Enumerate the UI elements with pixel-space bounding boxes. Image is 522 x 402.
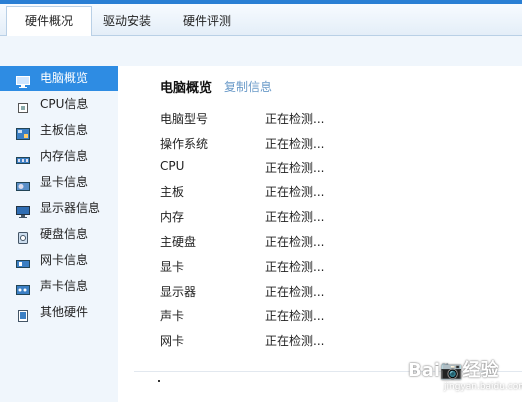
info-row: 操作系统 正在检测... [160,135,490,153]
sidebar-item-label: 硬盘信息 [40,227,89,241]
tab-hardware-overview[interactable]: 硬件概况 [6,6,92,36]
sidebar-item-motherboard[interactable]: 主板信息 [0,118,118,143]
sidebar-item-memory[interactable]: 内存信息 [0,144,118,169]
info-row-value: 正在检测... [265,260,325,274]
info-row-label: 电脑型号 [160,112,209,126]
info-row: 主硬盘 正在检测... [160,233,490,251]
info-row: 显示器 正在检测... [160,283,490,301]
sidebar-item-network-card[interactable]: 网卡信息 [0,248,118,273]
hard-disk-icon [16,228,30,244]
sidebar-item-hard-disk[interactable]: 硬盘信息 [0,222,118,247]
info-row-label: 显示器 [160,285,197,299]
network-card-icon [16,254,30,268]
sidebar-item-computer-overview[interactable]: 电脑概览 [0,66,118,91]
graphics-card-icon [16,176,30,191]
info-row: 声卡 正在检测... [160,307,490,325]
computer-overview-icon [16,72,30,88]
info-row-value: 正在检测... [265,161,325,175]
info-row-label: 网卡 [160,334,185,348]
sidebar-item-label: CPU信息 [40,97,89,111]
info-row: 电脑型号 正在检测... [160,110,490,128]
sidebar-item-label: 显卡信息 [40,175,89,189]
info-row-label: 显卡 [160,260,185,274]
sidebar-item-cpu[interactable]: CPU信息 [0,92,118,117]
info-row-label: 主板 [160,185,185,199]
sidebar-item-label: 电脑概览 [40,71,89,85]
sidebar-item-other-hardware[interactable]: 其他硬件 [0,300,118,325]
monitor-icon [16,202,30,218]
info-row-value: 正在检测... [265,137,325,151]
sidebar-item-label: 内存信息 [40,149,89,163]
watermark-subtext: jingyan.baidu.com [444,382,522,392]
copy-info-link[interactable]: 复制信息 [224,78,272,95]
info-row: 内存 正在检测... [160,208,490,226]
info-row-value: 正在检测... [265,334,325,348]
sidebar-item-label: 主板信息 [40,123,89,137]
memory-icon [16,150,30,164]
info-row-value: 正在检测... [265,112,325,126]
info-row-label: 操作系统 [160,137,209,151]
sidebar-item-label: 网卡信息 [40,253,89,267]
info-row-value: 正在检测... [265,235,325,249]
watermark-text: Bai📷经验 [408,360,499,381]
status-dot [158,380,160,382]
info-row-value: 正在检测... [265,285,325,299]
page-title: 电脑概览 [160,81,213,96]
sidebar-item-sound-card[interactable]: 声卡信息 [0,274,118,299]
sidebar-item-label: 其他硬件 [40,305,89,319]
sidebar-item-label: 声卡信息 [40,279,89,293]
info-row-value: 正在检测... [265,309,325,323]
info-row: 显卡 正在检测... [160,258,490,276]
info-row: CPU 正在检测... [160,159,490,177]
cpu-icon [16,98,30,113]
sound-card-icon [16,280,30,295]
tab-hardware-benchmark[interactable]: 硬件评测 [170,7,244,35]
sidebar: 电脑概览 CPU信息 主板信息 内存信息 显卡信息 显示器信息 硬盘信息 网卡信… [0,66,118,402]
sidebar-item-label: 显示器信息 [40,201,101,215]
motherboard-icon [16,124,30,140]
info-row-label: 内存 [160,210,185,224]
info-row: 网卡 正在检测... [160,332,490,350]
other-hardware-icon [16,306,30,322]
info-row-value: 正在检测... [265,210,325,224]
tab-bar: 硬件概况 驱动安装 硬件评测 [0,4,522,36]
info-row-label: 声卡 [160,309,185,323]
info-row-value: 正在检测... [265,185,325,199]
info-row-label: CPU [160,159,185,173]
info-row: 主板 正在检测... [160,183,490,201]
watermark: Bai📷经验 jingyan.baidu.com [404,352,522,398]
sidebar-item-graphics-card[interactable]: 显卡信息 [0,170,118,195]
info-row-label: 主硬盘 [160,235,197,249]
tab-driver-install[interactable]: 驱动安装 [90,7,164,35]
sidebar-item-monitor[interactable]: 显示器信息 [0,196,118,221]
